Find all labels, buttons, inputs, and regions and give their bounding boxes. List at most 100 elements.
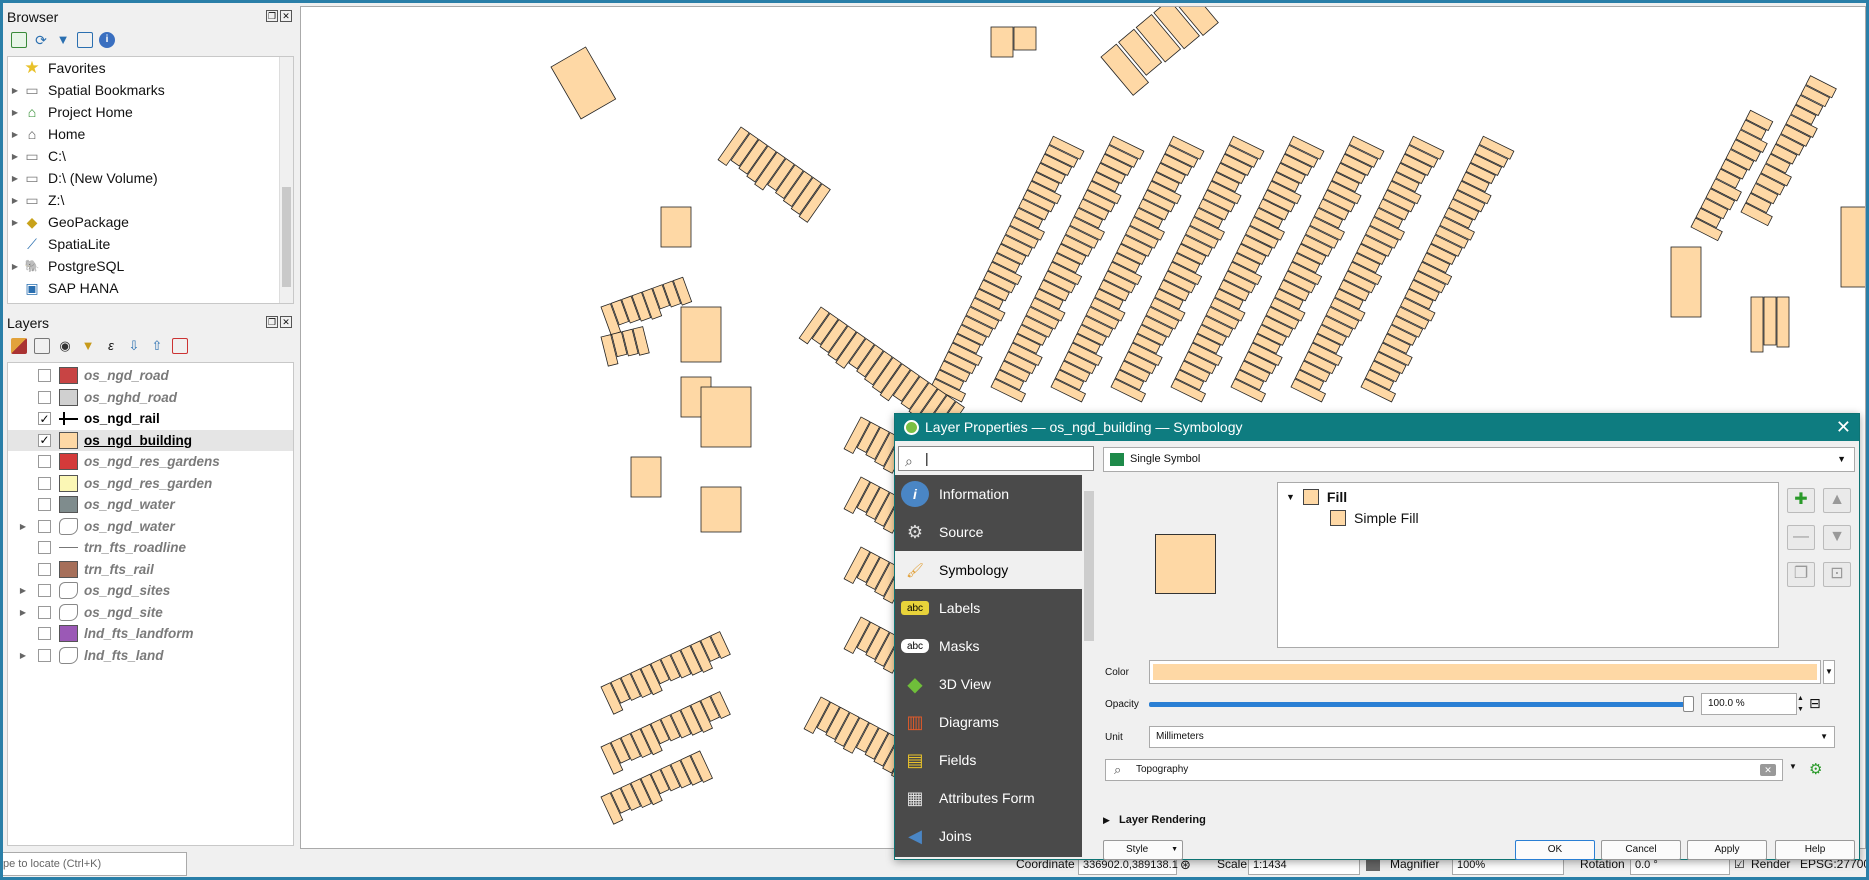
layer-visibility-checkbox[interactable] [38, 562, 51, 576]
move-down-icon[interactable]: ▼ [1823, 525, 1851, 550]
browser-item[interactable]: ▶ ⌂ Project Home [8, 101, 293, 123]
expand-arrow-icon[interactable]: ▶ [8, 108, 22, 117]
symbol-root-row[interactable]: ▼ Fill [1286, 489, 1347, 505]
browser-item[interactable]: ▶ ◆ GeoPackage [8, 211, 293, 233]
add-layer-icon[interactable] [11, 32, 27, 48]
chevron-down-icon[interactable]: ▼ [1789, 762, 1797, 771]
nav-item[interactable]: ▥ Diagrams [895, 703, 1082, 741]
renderer-select[interactable]: Single Symbol ▼ [1103, 447, 1855, 472]
layer-visibility-checkbox[interactable]: ✓ [38, 412, 51, 426]
filter-legend-icon[interactable]: ▼ [80, 338, 96, 354]
layer-item[interactable]: os_ngd_water [8, 494, 293, 516]
unit-select[interactable]: Millimeters ▼ [1149, 726, 1835, 748]
nav-item[interactable]: abc Masks [895, 627, 1082, 665]
lock-layer-icon[interactable]: ⊡ [1823, 562, 1851, 587]
layer-item[interactable]: trn_fts_rail [8, 559, 293, 581]
float-icon[interactable]: ❐ [266, 316, 278, 328]
layer-rendering-group[interactable]: ▶ Layer Rendering [1103, 814, 1206, 826]
cancel-button[interactable]: Cancel [1601, 840, 1681, 860]
dialog-search-input[interactable]: ⌕ | [898, 446, 1094, 471]
layer-visibility-checkbox[interactable] [38, 648, 51, 662]
close-icon[interactable]: ✕ [280, 316, 292, 328]
properties-scrollbar[interactable] [1835, 662, 1847, 798]
close-icon[interactable]: ✕ [280, 10, 292, 22]
layer-visibility-checkbox[interactable] [38, 455, 51, 469]
layer-visibility-checkbox[interactable] [38, 476, 51, 490]
filter-icon[interactable]: ▼ [55, 32, 71, 48]
collapse-all-icon[interactable]: ⇧ [149, 338, 165, 354]
refresh-icon[interactable]: ⟳ [33, 32, 49, 48]
browser-item[interactable]: ▣ SAP HANA [8, 277, 293, 299]
layer-item[interactable]: ✓ os_ngd_building [8, 429, 293, 451]
browser-item[interactable]: ▶ 🐘 PostgreSQL [8, 255, 293, 277]
expression-filter-icon[interactable]: ε [103, 338, 119, 354]
nav-item[interactable]: ◆ 3D View [895, 665, 1082, 703]
expand-arrow-icon[interactable]: ▶ [8, 651, 38, 660]
opacity-spinbox[interactable]: 100.0 % [1701, 693, 1797, 715]
layer-visibility-checkbox[interactable] [38, 584, 51, 598]
color-dropdown-icon[interactable]: ▼ [1823, 660, 1835, 684]
expand-arrow-icon[interactable]: ▶ [8, 262, 22, 271]
visibility-eye-icon[interactable]: ◉ [57, 338, 73, 354]
expand-arrow-icon[interactable]: ▶ [8, 218, 22, 227]
nav-item[interactable]: ⚙ Source [895, 513, 1082, 551]
layer-visibility-checkbox[interactable] [38, 498, 51, 512]
add-group-icon[interactable] [34, 338, 50, 354]
expand-arrow-icon[interactable]: ▶ [8, 196, 22, 205]
clear-search-icon[interactable]: ✕ [1760, 764, 1776, 776]
layer-visibility-checkbox[interactable] [38, 627, 51, 641]
browser-item[interactable]: ▶ ▭ C:\ [8, 145, 293, 167]
layer-item[interactable]: trn_fts_roadline [8, 537, 293, 559]
expand-arrow-icon[interactable]: ▶ [8, 130, 22, 139]
layer-visibility-checkbox[interactable] [38, 519, 51, 533]
layer-visibility-checkbox[interactable]: ✓ [38, 433, 51, 447]
layer-visibility-checkbox[interactable] [38, 369, 51, 383]
browser-scrollbar[interactable] [279, 57, 293, 303]
layer-visibility-checkbox[interactable] [38, 390, 51, 404]
remove-layer-icon[interactable] [172, 338, 188, 354]
expand-arrow-icon[interactable]: ▶ [8, 152, 22, 161]
browser-item[interactable]: ▶ ▭ Z:\ [8, 189, 293, 211]
layer-item[interactable]: os_ngd_res_garden [8, 473, 293, 495]
symbol-child-row[interactable]: Simple Fill [1330, 510, 1419, 526]
duplicate-layer-icon[interactable]: ❐ [1787, 562, 1815, 587]
browser-item[interactable]: ★ Favorites [8, 57, 293, 79]
info-icon[interactable]: i [99, 32, 115, 48]
layer-item[interactable]: os_nghd_road [8, 387, 293, 409]
layer-item[interactable]: ✓ os_ngd_rail [8, 408, 293, 430]
nav-scrollbar[interactable] [1082, 475, 1096, 857]
layer-item[interactable]: ▶ os_ngd_site [8, 602, 293, 624]
layer-visibility-checkbox[interactable] [38, 541, 51, 555]
layer-item[interactable]: os_ngd_res_gardens [8, 451, 293, 473]
nav-item[interactable]: i Information [895, 475, 1082, 513]
layer-visibility-checkbox[interactable] [38, 605, 51, 619]
expand-arrow-icon[interactable]: ▶ [8, 586, 38, 595]
expand-arrow-icon[interactable]: ▶ [8, 174, 22, 183]
browser-item[interactable]: ▶ ▭ Spatial Bookmarks [8, 79, 293, 101]
color-button[interactable] [1149, 660, 1821, 684]
browser-item[interactable]: ▶ ▭ D:\ (New Volume) [8, 167, 293, 189]
add-symbol-layer-icon[interactable]: ✚ [1787, 488, 1815, 513]
style-button[interactable]: Style ▼ [1103, 840, 1183, 860]
locator-search-input[interactable]: pe to locate (Ctrl+K) [0, 852, 187, 876]
opacity-slider[interactable] [1149, 696, 1694, 712]
expand-all-icon[interactable]: ⇩ [126, 338, 142, 354]
nav-item[interactable]: ▦ Attributes Form [895, 779, 1082, 817]
browser-item[interactable]: ▶ ⌂ Home [8, 123, 293, 145]
nav-item[interactable]: abc Labels [895, 589, 1082, 627]
help-button[interactable]: Help [1775, 840, 1855, 860]
style-brush-icon[interactable] [11, 338, 27, 354]
expand-arrow-icon[interactable]: ▶ [8, 86, 22, 95]
nav-item[interactable]: ▤ Fields [895, 741, 1082, 779]
opacity-slider-handle[interactable] [1683, 696, 1694, 712]
layer-item[interactable]: ▶ os_ngd_sites [8, 580, 293, 602]
float-icon[interactable]: ❐ [266, 10, 278, 22]
expand-arrow-icon[interactable]: ▶ [8, 608, 38, 617]
layer-item[interactable]: lnd_fts_landform [8, 623, 293, 645]
layer-item[interactable]: os_ngd_road [8, 365, 293, 387]
expand-arrow-icon[interactable]: ▶ [8, 522, 38, 531]
remove-symbol-layer-icon[interactable]: — [1787, 525, 1815, 550]
nav-item[interactable]: 🖌 Symbology [895, 551, 1082, 589]
collapse-all-icon[interactable] [77, 32, 93, 48]
style-manager-icon[interactable]: ⚙ [1809, 760, 1822, 778]
